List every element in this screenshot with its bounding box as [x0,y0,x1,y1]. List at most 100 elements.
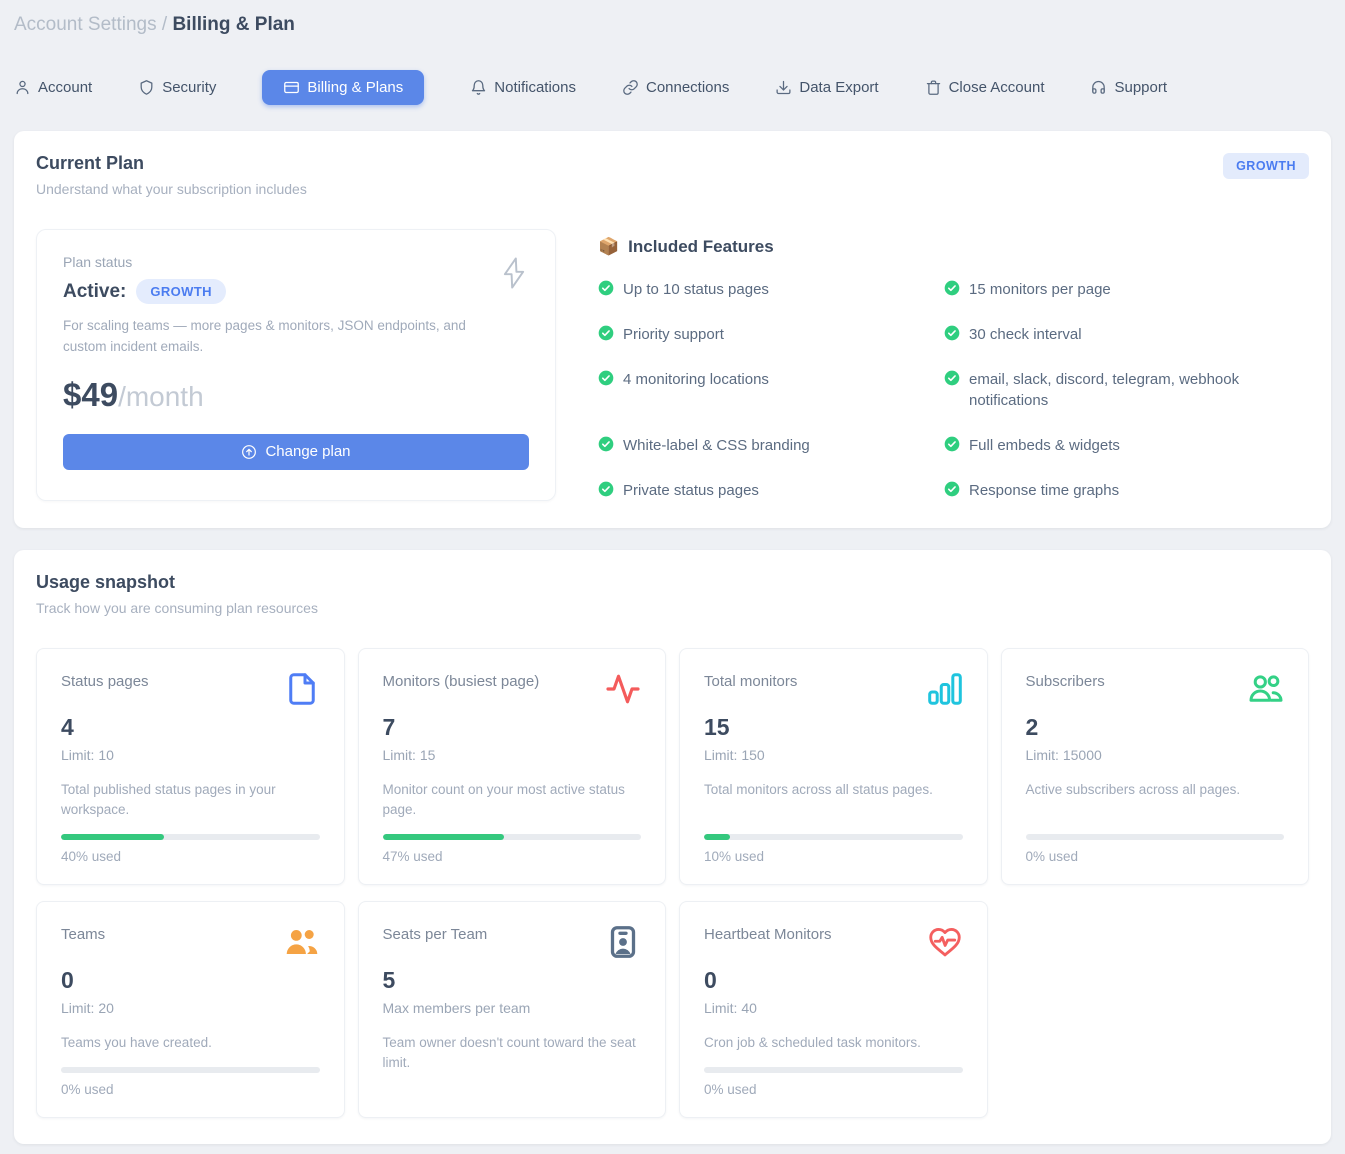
usage-progress-track [61,1067,320,1073]
tab-close-account[interactable]: Close Account [925,70,1045,105]
feature-item: Full embeds & widgets [944,435,1264,457]
tab-security[interactable]: Security [138,70,216,105]
tab-support[interactable]: Support [1090,70,1167,105]
usage-limit: Limit: 10 [61,747,320,763]
breadcrumb: Account Settings / Billing & Plan [0,0,1345,36]
usage-card-subscribers: Subscribers 2 Limit: 15000 Active subscr… [1001,648,1310,886]
users-filled-icon [284,924,320,965]
usage-description: Total monitors across all status pages. [704,780,963,821]
current-plan-subtitle: Understand what your subscription includ… [36,181,307,197]
tab-connections[interactable]: Connections [622,70,729,105]
tab-label: Data Export [799,79,878,96]
usage-limit: Limit: 40 [704,1000,963,1016]
id-badge-icon [605,924,641,965]
plan-status-card: Plan status Active: GROWTH For scaling t… [36,229,556,501]
tab-notifications[interactable]: Notifications [470,70,576,105]
price-amount: $49 [63,376,118,413]
usage-card-seats-per-team: Seats per Team 5 Max members per team Te… [358,901,667,1118]
usage-value: 5 [383,967,642,994]
plan-price: $49/month [63,376,529,414]
usage-description: Team owner doesn't count toward the seat… [383,1033,642,1097]
bar-chart-icon [927,671,963,712]
usage-progress-track [61,834,320,840]
billing-page: Account Settings / Billing & Plan Accoun… [0,0,1345,1154]
check-circle-icon [944,325,960,341]
check-circle-icon [598,481,614,497]
usage-progress-fill [704,834,730,840]
usage-card-title: Status pages [61,671,149,690]
feature-label: Private status pages [623,480,759,502]
usage-progress-track [704,1067,963,1073]
usage-subtitle: Track how you are consuming plan resourc… [36,600,318,616]
person-icon [14,79,31,96]
package-icon: 📦 [598,237,619,257]
feature-item: Response time graphs [944,480,1264,502]
plan-active-text: Active: [63,281,126,303]
tab-label: Account [38,79,92,96]
usage-card-title: Subscribers [1026,671,1105,690]
page-title: Billing & Plan [172,14,294,35]
trash-icon [925,79,942,96]
current-plan-panel: Current Plan Understand what your subscr… [14,131,1331,528]
users-icon [1248,671,1284,712]
feature-item: Priority support [598,324,918,346]
usage-limit: Limit: 20 [61,1000,320,1016]
change-plan-button[interactable]: Change plan [63,434,529,470]
check-circle-icon [944,370,960,386]
tab-billing-plans[interactable]: Billing & Plans [262,70,424,105]
feature-item: 30 check interval [944,324,1264,346]
usage-percent-label: 47% used [383,849,642,864]
feature-label: Priority support [623,324,724,346]
current-plan-title: Current Plan [36,153,307,174]
headset-icon [1090,79,1107,96]
feature-item: 15 monitors per page [944,279,1264,301]
usage-description: Total published status pages in your wor… [61,780,320,821]
usage-description: Monitor count on your most active status… [383,780,642,821]
plan-badge: GROWTH [1223,153,1309,179]
tab-data-export[interactable]: Data Export [775,70,878,105]
check-circle-icon [944,436,960,452]
usage-value: 2 [1026,714,1285,741]
usage-limit: Max members per team [383,1000,642,1016]
usage-value: 0 [61,967,320,994]
usage-card-status-pages: Status pages 4 Limit: 10 Total published… [36,648,345,886]
usage-progress-fill [61,834,164,840]
feature-label: Response time graphs [969,480,1119,502]
usage-value: 15 [704,714,963,741]
check-circle-icon [598,325,614,341]
feature-label: White-label & CSS branding [623,435,810,457]
credit-card-icon [283,79,300,96]
check-circle-icon [598,370,614,386]
usage-limit: Limit: 15 [383,747,642,763]
usage-percent-label: 0% used [1026,849,1285,864]
usage-progress-fill [383,834,504,840]
feature-label: email, slack, discord, telegram, webhook… [969,369,1264,413]
usage-percent-label: 10% used [704,849,963,864]
usage-limit: Limit: 15000 [1026,747,1285,763]
included-features-heading: Included Features [628,237,773,257]
check-circle-icon [944,481,960,497]
usage-card-heartbeat-monitors: Heartbeat Monitors 0 Limit: 40 Cron job … [679,901,988,1118]
tab-label: Security [162,79,216,96]
feature-label: 30 check interval [969,324,1082,346]
settings-tabbar: Account Security Billing & Plans Notificati… [0,70,1345,105]
feature-label: 4 monitoring locations [623,369,769,391]
download-icon [775,79,792,96]
usage-card-title: Total monitors [704,671,797,690]
feature-item: 4 monitoring locations [598,369,918,413]
tab-account[interactable]: Account [14,70,92,105]
bell-icon [470,79,487,96]
usage-snapshot-panel: Usage snapshot Track how you are consumi… [14,550,1331,1145]
tab-label: Billing & Plans [307,79,403,96]
breadcrumb-section[interactable]: Account Settings / [14,14,167,35]
usage-percent-label: 0% used [704,1082,963,1097]
plan-growth-pill: GROWTH [136,279,226,304]
arrow-up-circle-icon [241,444,257,460]
lightning-bolt-icon [499,256,529,295]
plan-status-label: Plan status [63,254,529,270]
usage-progress-track [383,834,642,840]
tab-label: Support [1114,79,1167,96]
usage-limit: Limit: 150 [704,747,963,763]
heart-pulse-icon [927,924,963,965]
feature-item: Up to 10 status pages [598,279,918,301]
